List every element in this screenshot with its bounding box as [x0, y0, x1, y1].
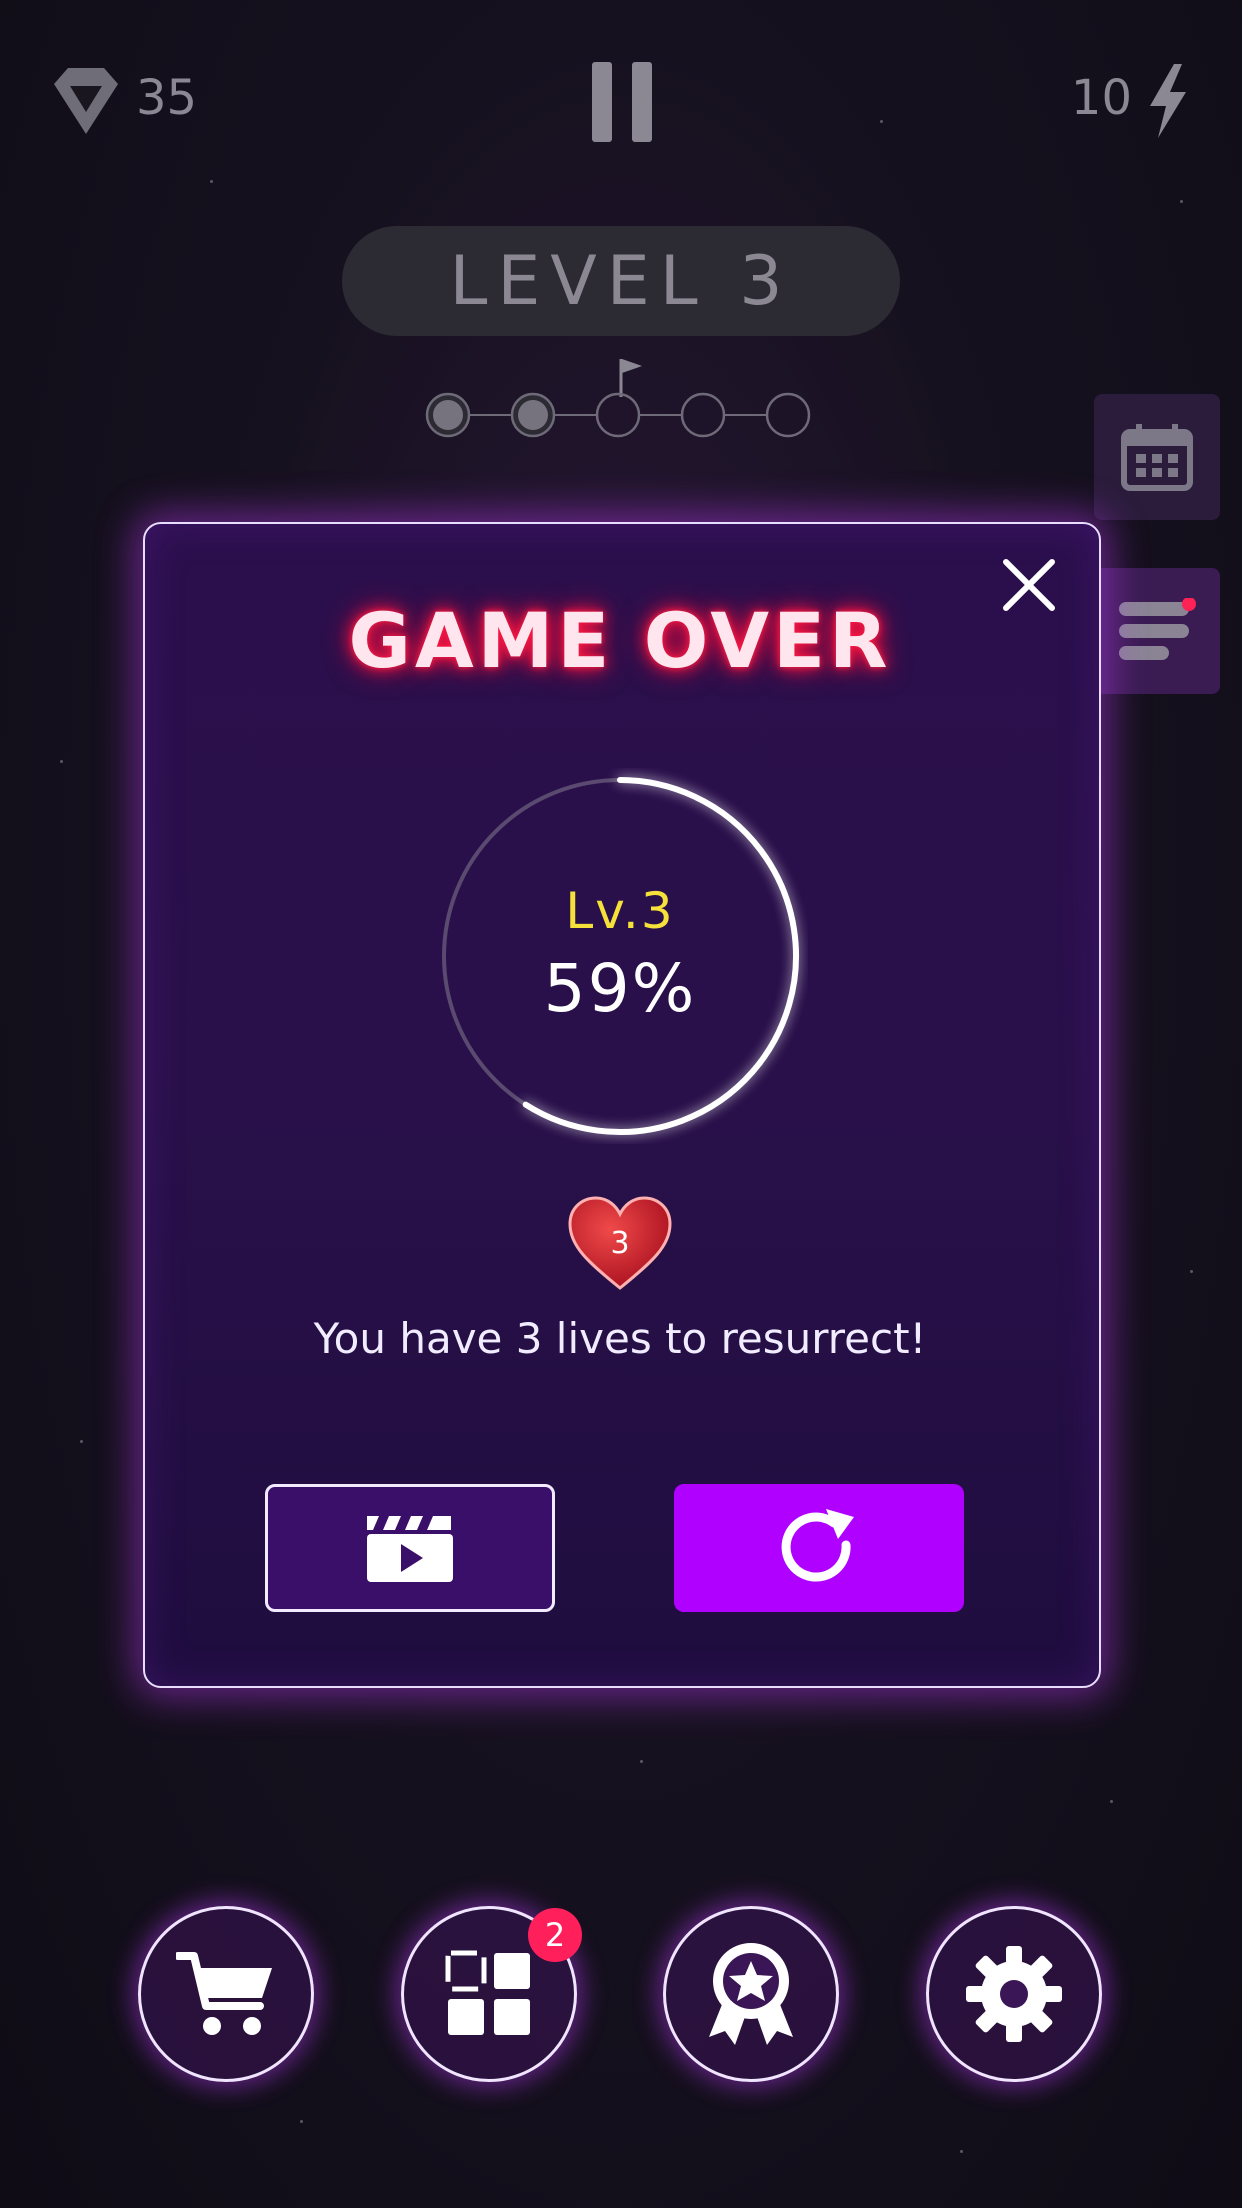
- shopping-cart-icon: [176, 1952, 272, 2035]
- calendar-icon: [1121, 424, 1193, 491]
- levels-notification-badge: 2: [528, 1908, 582, 1962]
- pause-icon-bar-left: [592, 62, 612, 142]
- lives-count: 3: [610, 1226, 630, 1261]
- lightning-bolt-icon: [1150, 64, 1186, 138]
- resurrect-message: You have 3 lives to resurrect!: [313, 1314, 927, 1363]
- stage-dot-fill: [518, 400, 548, 430]
- stage-dot: [680, 392, 726, 438]
- level-title: LEVEL 3: [449, 241, 793, 321]
- progress-percent: 59%: [543, 950, 697, 1027]
- gem-count: 35: [136, 70, 198, 126]
- restart-arrow-icon: [781, 1509, 854, 1582]
- energy-count: 10: [1070, 70, 1132, 126]
- diamond-icon: [54, 68, 118, 134]
- gear-icon: [966, 1946, 1062, 2042]
- calendar-button[interactable]: [1094, 394, 1220, 520]
- stage-dot-fill: [433, 400, 463, 430]
- stage-progress: [425, 392, 811, 438]
- stage-dot: [765, 392, 811, 438]
- award-ribbon-icon: [709, 1943, 793, 2045]
- achievements-button[interactable]: [663, 1906, 839, 2082]
- task-list-icon: [1119, 598, 1196, 660]
- watch-video-revive-button[interactable]: [265, 1484, 555, 1612]
- progress-level-label: Lv.3: [565, 882, 675, 940]
- shop-button[interactable]: [138, 1906, 314, 2082]
- pause-button[interactable]: [588, 62, 656, 142]
- grid-blocks-icon: [445, 1950, 530, 2035]
- settings-button[interactable]: [926, 1906, 1102, 2082]
- pause-icon-bar-right: [632, 62, 652, 142]
- retry-button[interactable]: [674, 1484, 964, 1612]
- stage-dot: [595, 392, 641, 438]
- video-clapperboard-play-icon: [367, 1516, 453, 1582]
- game-over-title: GAME OVER: [348, 596, 892, 685]
- tasks-button[interactable]: [1094, 568, 1220, 694]
- level-banner: LEVEL 3: [342, 226, 900, 336]
